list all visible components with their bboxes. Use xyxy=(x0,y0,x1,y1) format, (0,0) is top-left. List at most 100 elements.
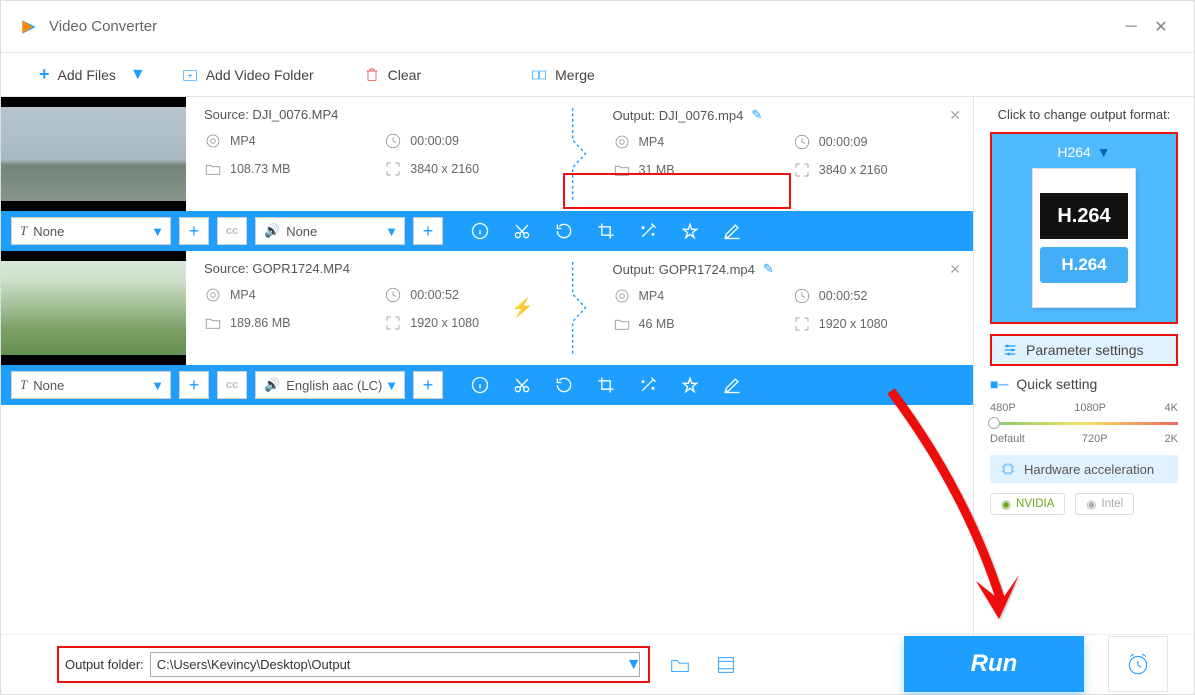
out-size: 46 MB xyxy=(613,315,775,333)
edit-output-name-button[interactable]: ✎ xyxy=(751,107,762,123)
q-default: Default xyxy=(990,433,1025,445)
effect-button[interactable] xyxy=(631,214,665,248)
close-button[interactable]: ✕ xyxy=(1146,12,1176,42)
crop-button[interactable] xyxy=(589,214,623,248)
add-audio-button[interactable]: + xyxy=(413,217,443,245)
watermark-button[interactable] xyxy=(673,368,707,402)
out-codec: MP4 xyxy=(613,133,775,151)
audio-track-select[interactable]: 🔊English aac (LC) (mp4a)▼ xyxy=(255,371,405,399)
parameter-settings-label: Parameter settings xyxy=(1026,342,1144,358)
audio-track-select[interactable]: 🔊None▼ xyxy=(255,217,405,245)
src-duration: 00:00:09 xyxy=(384,132,546,150)
add-subtitle-button[interactable]: + xyxy=(179,217,209,245)
remove-item-button[interactable]: ✕ xyxy=(949,261,961,278)
subtitle-edit-button[interactable] xyxy=(715,214,749,248)
rotate-button[interactable] xyxy=(547,214,581,248)
q-480p: 480P xyxy=(990,402,1016,414)
add-files-label: Add Files xyxy=(58,67,116,83)
chevron-down-icon[interactable]: ▼ xyxy=(626,656,642,674)
add-subtitle-button[interactable]: + xyxy=(179,371,209,399)
hw-accel-button[interactable]: Hardware acceleration xyxy=(990,455,1178,483)
subtitle-track-select[interactable]: TNone▼ xyxy=(11,371,171,399)
add-files-dropdown[interactable]: ▼ xyxy=(130,66,146,84)
out-resolution: 3840 x 2160 xyxy=(793,161,955,179)
plus-icon: + xyxy=(39,64,50,85)
format-badge-bottom: H.264 xyxy=(1040,247,1128,283)
nvidia-badge[interactable]: ◉NVIDIA xyxy=(990,493,1065,515)
chevron-down-icon: ▼ xyxy=(1097,144,1111,160)
file-item: Source: DJI_0076.MP4 MP4 00:00:09 108.73 MB… xyxy=(1,97,973,251)
cc-button[interactable]: cc xyxy=(217,217,247,245)
merge-icon xyxy=(531,67,547,83)
quality-slider[interactable]: 480P1080P4K Default720P2K xyxy=(990,402,1178,445)
source-label: Source: DJI_0076.MP4 xyxy=(204,107,547,122)
out-size: 31 MB xyxy=(613,161,775,179)
minimize-button[interactable]: ─ xyxy=(1116,12,1146,42)
hw-accel-label: Hardware acceleration xyxy=(1024,462,1154,477)
film-icon xyxy=(715,654,737,676)
cut-button[interactable] xyxy=(505,214,539,248)
src-size: 108.73 MB xyxy=(204,160,366,178)
out-resolution: 1920 x 1080 xyxy=(793,315,955,333)
clock-icon xyxy=(1125,651,1151,677)
intel-badge[interactable]: ◉Intel xyxy=(1075,493,1134,515)
open-folder-button[interactable] xyxy=(664,649,696,681)
bottom-bar: Output folder: ▼ Run xyxy=(1,634,1194,694)
clear-label: Clear xyxy=(388,67,421,83)
output-folder-input[interactable] xyxy=(150,652,640,677)
video-thumbnail[interactable] xyxy=(1,251,186,365)
intel-label: Intel xyxy=(1101,498,1123,510)
schedule-button[interactable] xyxy=(1108,636,1168,692)
quick-setting-label: Quick setting xyxy=(1016,376,1097,392)
info-button[interactable] xyxy=(463,214,497,248)
clear-button[interactable]: Clear xyxy=(356,63,429,87)
source-info: Source: DJI_0076.MP4MP400:00:09108.73 MB… xyxy=(186,97,565,211)
add-audio-button[interactable]: + xyxy=(413,371,443,399)
folder-open-icon xyxy=(669,654,691,676)
video-thumbnail[interactable] xyxy=(1,97,186,211)
run-label: Run xyxy=(971,650,1018,678)
rotate-button[interactable] xyxy=(547,368,581,402)
cut-button[interactable] xyxy=(505,368,539,402)
folder-plus-icon xyxy=(182,67,198,83)
arrow-divider xyxy=(565,251,595,365)
change-format-label: Click to change output format: xyxy=(990,107,1178,122)
add-folder-label: Add Video Folder xyxy=(206,67,314,83)
merge-button[interactable]: Merge xyxy=(523,63,603,87)
add-folder-button[interactable]: Add Video Folder xyxy=(174,63,322,87)
output-info: Output: GOPR1724.mp4✎MP400:00:5246 MB192… xyxy=(595,251,974,365)
film-strip-button[interactable] xyxy=(710,649,742,681)
cc-button[interactable]: cc xyxy=(217,371,247,399)
subtitle-track-select[interactable]: TNone▼ xyxy=(11,217,171,245)
chip-icon xyxy=(1000,461,1016,477)
add-files-button[interactable]: + Add Files xyxy=(31,60,124,89)
quick-setting-header: ■─ Quick setting xyxy=(990,376,1178,392)
remove-item-button[interactable]: ✕ xyxy=(949,107,961,124)
parameter-settings-button[interactable]: Parameter settings xyxy=(990,334,1178,366)
item-controls: TNone▼ + cc 🔊English aac (LC) (mp4a)▼ + xyxy=(1,365,973,405)
src-resolution: 3840 x 2160 xyxy=(384,160,546,178)
effect-button[interactable] xyxy=(631,368,665,402)
main-toolbar: + Add Files ▼ Add Video Folder Clear Mer… xyxy=(1,53,1194,97)
file-list: Source: DJI_0076.MP4 MP4 00:00:09 108.73 MB… xyxy=(1,97,974,634)
gpu-row: ◉NVIDIA ◉Intel xyxy=(990,493,1178,515)
accel-bolt-icon: ⚡ xyxy=(511,298,533,319)
subtitle-edit-button[interactable] xyxy=(715,368,749,402)
edit-output-name-button[interactable]: ✎ xyxy=(763,261,774,277)
run-button[interactable]: Run xyxy=(904,636,1084,692)
out-duration: 00:00:52 xyxy=(793,287,955,305)
format-card: H.264 H.264 xyxy=(1032,168,1136,308)
sliders-icon xyxy=(1002,342,1018,358)
q-1080p: 1080P xyxy=(1074,402,1106,414)
trash-icon xyxy=(364,67,380,83)
output-format-selector[interactable]: H264 ▼ H.264 H.264 xyxy=(990,132,1178,324)
crop-button[interactable] xyxy=(589,368,623,402)
app-title: Video Converter xyxy=(49,18,1116,35)
arrow-divider xyxy=(565,97,595,211)
info-button[interactable] xyxy=(463,368,497,402)
watermark-button[interactable] xyxy=(673,214,707,248)
format-name: H264 xyxy=(1057,144,1090,160)
app-logo-icon xyxy=(19,17,39,37)
q-2k: 2K xyxy=(1165,433,1178,445)
slider-thumb[interactable] xyxy=(988,417,1000,429)
